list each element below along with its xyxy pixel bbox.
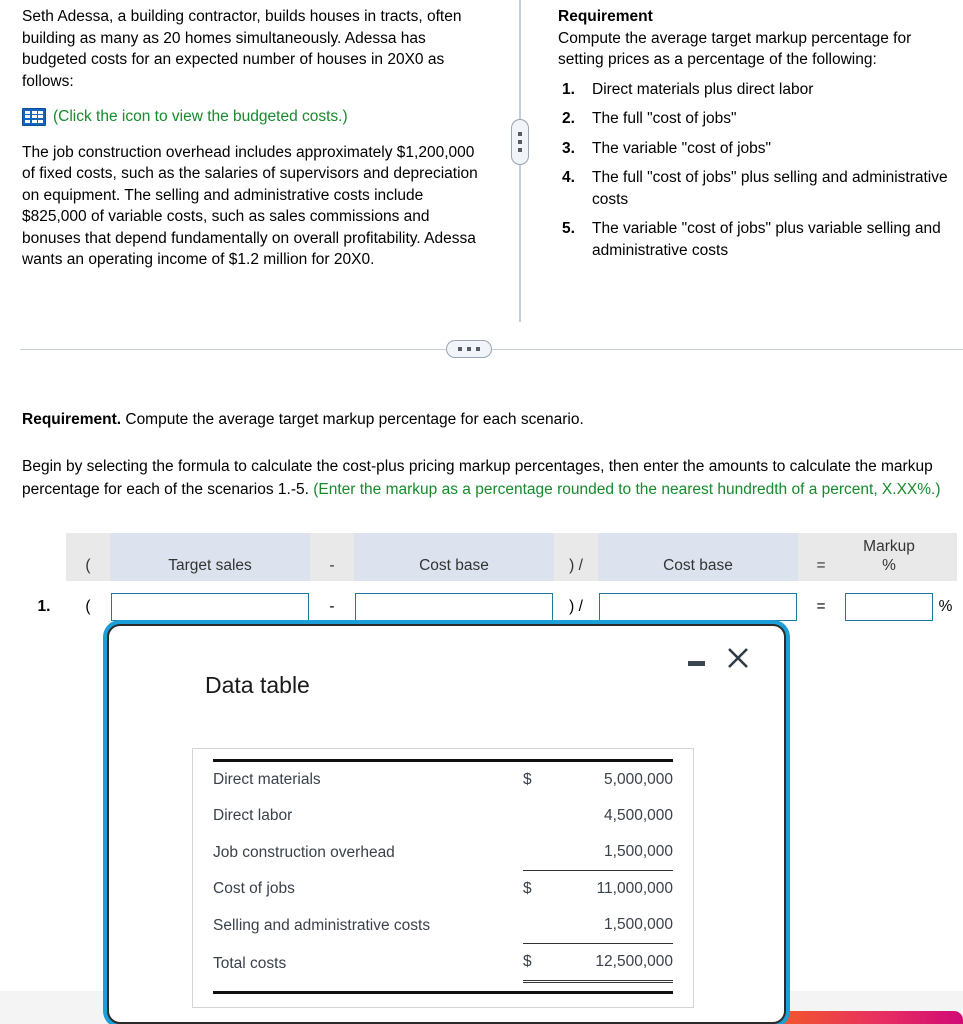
requirement-item-number: 2. [562,110,575,127]
header-equals: = [798,533,844,581]
spreadsheet-grid-icon[interactable] [22,107,46,126]
answer-table: ( Target sales - Cost base ) / Cost base… [22,533,957,629]
table-row: Total costs $ 12,500,000 [213,943,673,983]
instructions-block: Requirement. Compute the average target … [22,408,947,501]
close-icon[interactable] [724,644,752,672]
header-minus: - [310,533,354,581]
header-markup-line1: Markup [863,538,915,555]
header-cost-base-1: Cost base [354,533,554,581]
problem-paragraph-2: The job construction overhead includes a… [22,143,478,269]
requirement-item-text: The variable "cost of jobs" plus variabl… [592,220,941,259]
table-row: Cost of jobs $ 11,000,000 [213,871,673,908]
cost-amount: 12,500,000 [553,943,673,983]
answer-table-header-row: ( Target sales - Cost base ) / Cost base… [22,533,957,581]
cost-base-1-input-cell [354,593,554,621]
header-index [22,533,66,581]
budgeted-costs-link-row[interactable]: (Click the icon to view the budgeted cos… [22,106,490,128]
requirement-item: 3. The variable "cost of jobs" [558,138,954,160]
requirement-list: 1. Direct materials plus direct labor 2.… [558,79,954,262]
answer-table-row: 1. ( - ) / = % [22,585,957,629]
requirement-item-text: Direct materials plus direct labor [592,80,814,98]
requirement-item: 5. The variable "cost of jobs" plus vari… [558,218,954,261]
cost-amount: 1,500,000 [553,907,673,944]
requirement-item-number: 5. [562,220,575,237]
currency-symbol [523,834,553,871]
requirement-item-number: 4. [562,169,575,186]
requirement-item-number: 3. [562,139,575,157]
minimize-icon[interactable] [685,652,707,674]
requirement-item-text: The variable "cost of jobs" [592,139,772,157]
gradient-action-button[interactable] [774,1011,963,1024]
header-target-sales: Target sales [110,533,310,581]
requirement-subtitle: Compute the average target markup percen… [558,29,912,69]
currency-symbol [523,798,553,834]
cost-amount: 5,000,000 [604,771,673,788]
instruction-green-note: (Enter the markup as a percentage rounde… [313,481,941,498]
currency-symbol: $ [523,771,532,788]
page-root: Seth Adessa, a building contractor, buil… [0,0,963,1024]
requirement-item-text: The full "cost of jobs" plus selling and… [592,169,948,208]
target-sales-input-cell [110,593,310,621]
requirement-title: Requirement [558,8,653,25]
cost-label: Direct labor [213,807,293,824]
header-markup-line2: % [882,557,896,574]
requirement-item: 1. Direct materials plus direct labor [558,79,954,101]
markup-percent-input[interactable] [845,593,933,621]
budgeted-costs-table-frame: Direct materials $ 5,000,000 Direct labo… [192,748,694,1008]
table-row: Direct materials $ 5,000,000 [213,762,673,798]
problem-paragraph-1: Seth Adessa, a building contractor, buil… [22,8,462,90]
table-row: Direct labor 4,500,000 [213,798,673,834]
header-markup: Markup % [844,533,934,581]
row-number-cell: 1. [22,598,66,616]
cost-base-2-input-cell [598,593,798,621]
modal-title: Data table [205,672,310,698]
row-equals: = [816,598,826,615]
requirement-item-number: 1. [562,80,575,98]
markup-input-cell [844,593,934,621]
header-close-divide: ) / [554,533,598,581]
cost-amount: 4,500,000 [604,807,673,824]
budgeted-costs-link-text[interactable]: (Click the icon to view the budgeted cos… [53,106,348,128]
cost-label: Direct materials [213,771,321,788]
horizontal-divider-handle[interactable] [446,340,492,358]
table-bottom-rule [213,991,673,994]
cost-base-1-input[interactable] [355,593,553,621]
problem-left-column: Seth Adessa, a building contractor, buil… [22,6,490,285]
row-open-paren: ( [85,598,91,615]
instruction-requirement-text: Compute the average target markup percen… [121,411,584,428]
instruction-begin-line: Begin by selecting the formula to calcul… [22,455,947,501]
instruction-requirement-line: Requirement. Compute the average target … [22,408,947,431]
cost-label: Job construction overhead [213,843,395,861]
row-close-divide: ) / [569,598,583,615]
data-table-modal: Data table Direct materials $ 5,000,000 [107,624,786,1024]
budgeted-costs-table: Direct materials $ 5,000,000 Direct labo… [213,762,673,983]
header-open-paren: ( [66,533,110,581]
currency-symbol [523,907,553,944]
row-percent-sign: % [938,598,953,615]
table-row: Selling and administrative costs 1,500,0… [213,907,673,944]
currency-symbol: $ [523,880,532,897]
requirement-item-text: The full "cost of jobs" [592,110,737,127]
cost-amount: 11,000,000 [596,880,673,897]
row-minus: - [329,598,335,615]
cost-amount: 1,500,000 [553,834,673,871]
header-cost-base-2: Cost base [598,533,798,581]
requirement-item: 2. The full "cost of jobs" [558,108,954,130]
header-spacer [934,533,957,581]
problem-panel: Seth Adessa, a building contractor, buil… [0,0,963,330]
currency-symbol: $ [523,943,553,983]
cost-label: Total costs [213,954,287,972]
requirement-item: 4. The full "cost of jobs" plus selling … [558,167,954,210]
vertical-divider-handle[interactable] [511,119,529,165]
cost-label: Selling and administrative costs [213,916,431,934]
row-number: 1. [37,598,51,615]
requirement-right-column: Requirement Compute the average target m… [558,6,954,269]
table-row: Job construction overhead 1,500,000 [213,834,673,871]
cost-label: Cost of jobs [213,880,295,897]
instruction-requirement-label: Requirement. [22,411,122,428]
cost-base-2-input[interactable] [599,593,797,621]
target-sales-input[interactable] [111,593,309,621]
